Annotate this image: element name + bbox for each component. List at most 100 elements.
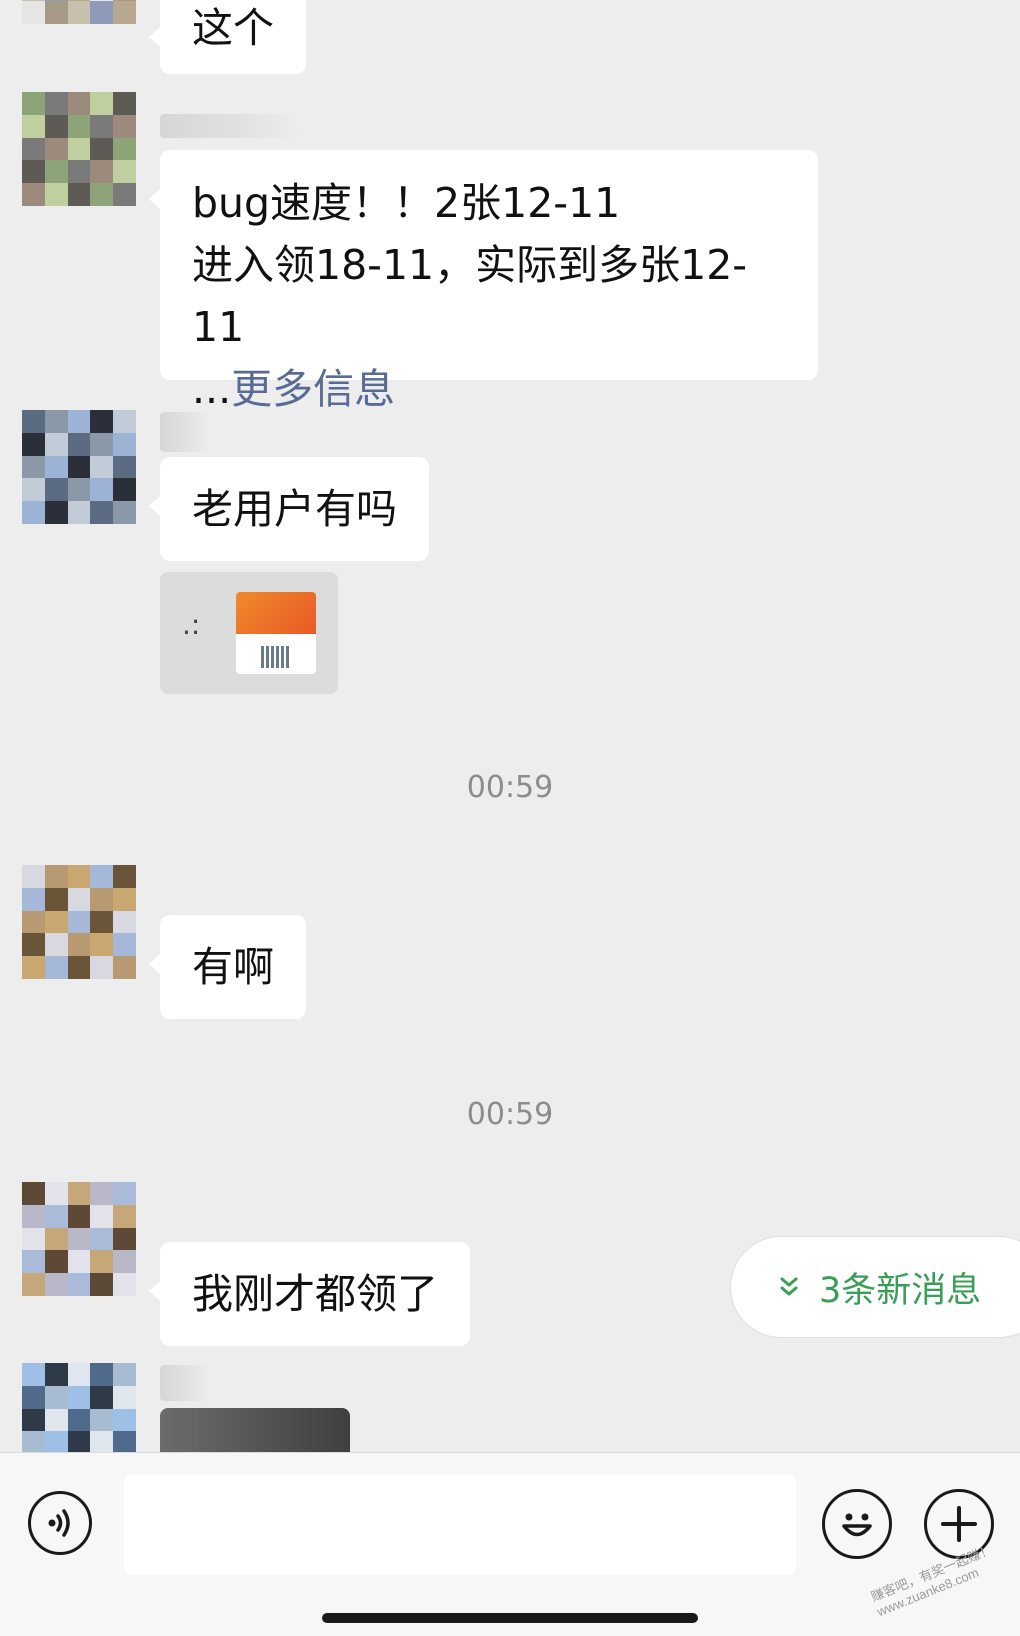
- avatar-pixel: [22, 1204, 45, 1228]
- avatar-pixel: [22, 933, 45, 957]
- avatar-pixel: [44, 910, 68, 934]
- avatar[interactable]: [22, 0, 136, 24]
- avatar-pixel: [113, 410, 136, 433]
- message-input[interactable]: [124, 1475, 796, 1575]
- avatar-pixel: [67, 865, 91, 888]
- avatar-pixel: [90, 92, 114, 115]
- message-bubble[interactable]: bug速度！！2张12-11 进入领18-11，实际到多张12-11 ...更多…: [149, 150, 818, 413]
- avatar-pixel: [90, 1363, 114, 1386]
- message-bubble[interactable]: 有啊: [149, 915, 306, 1019]
- avatar-pixel: [22, 160, 45, 184]
- home-indicator[interactable]: [322, 1613, 698, 1623]
- avatar-pixel: [113, 137, 136, 161]
- avatar-pixel: [90, 1182, 114, 1205]
- avatar-pixel: [67, 1182, 91, 1205]
- emoji-button[interactable]: [822, 1489, 892, 1559]
- avatar-pixel: [44, 478, 68, 502]
- avatar-pixel: [90, 1227, 114, 1251]
- avatar-pixel: [67, 478, 91, 502]
- avatar-pixel: [22, 114, 45, 138]
- avatar-pixel: [113, 1227, 136, 1251]
- avatar-pixel: [67, 1408, 91, 1432]
- avatar-pixel: [44, 432, 68, 456]
- new-messages-button[interactable]: 3条新消息: [730, 1236, 1020, 1338]
- message-more-line: ...更多信息: [192, 358, 786, 420]
- avatar-pixel: [22, 1250, 45, 1274]
- avatar-pixel: [22, 432, 45, 456]
- avatar-pixel: [44, 933, 68, 957]
- avatar-pixel: [22, 92, 45, 115]
- avatar-pixel: [67, 160, 91, 184]
- avatar-pixel: [90, 501, 114, 524]
- avatar[interactable]: [22, 1182, 136, 1296]
- voice-icon: [48, 1509, 70, 1537]
- avatar-pixel: [113, 478, 136, 502]
- message-bubble[interactable]: 这个: [149, 0, 306, 74]
- avatar-pixel: [44, 1273, 68, 1296]
- avatar-pixel: [22, 455, 45, 479]
- message-text: 老用户有吗: [192, 485, 397, 533]
- avatar-pixel: [44, 160, 68, 184]
- avatar-pixel: [22, 910, 45, 934]
- avatar-pixel: [67, 114, 91, 138]
- message-bubble[interactable]: 我刚才都领了: [149, 1242, 470, 1346]
- voice-button[interactable]: [28, 1491, 92, 1555]
- avatar-pixel: [113, 933, 136, 957]
- avatar-pixel: [67, 1, 91, 24]
- avatar-pixel: [22, 1227, 45, 1251]
- avatar-pixel: [44, 887, 68, 911]
- message-bubble[interactable]: 老用户有吗: [149, 457, 429, 561]
- avatar-pixel: [67, 183, 91, 206]
- avatar-pixel: [67, 956, 91, 979]
- avatar-pixel: [44, 114, 68, 138]
- avatar-pixel: [67, 1431, 91, 1455]
- avatar-pixel: [113, 1204, 136, 1228]
- avatar[interactable]: [22, 865, 136, 979]
- avatar-pixel: [44, 410, 68, 433]
- avatar-pixel: [44, 956, 68, 979]
- card-prefix: .:: [182, 608, 201, 641]
- message-bubble[interactable]: [160, 1408, 350, 1452]
- avatar-pixel: [22, 137, 45, 161]
- avatar-pixel: [67, 933, 91, 957]
- avatar-pixel: [113, 956, 136, 979]
- timestamp: 00:59: [466, 770, 554, 805]
- avatar-pixel: [113, 1385, 136, 1409]
- avatar-pixel: [44, 1408, 68, 1432]
- card-thumbnail: [236, 592, 316, 674]
- avatar-pixel: [90, 432, 114, 456]
- avatar-pixel: [113, 1273, 136, 1296]
- avatar-pixel: [90, 478, 114, 502]
- avatar-pixel: [22, 1431, 45, 1455]
- avatar[interactable]: [22, 92, 136, 206]
- avatar-pixel: [44, 183, 68, 206]
- avatar-pixel: [67, 1250, 91, 1274]
- mini-program-card[interactable]: .:: [160, 572, 338, 694]
- avatar-pixel: [44, 1250, 68, 1274]
- avatar-pixel: [44, 1363, 68, 1386]
- avatar-pixel: [90, 114, 114, 138]
- more-info-link[interactable]: 更多信息: [231, 365, 395, 413]
- avatar-pixel: [44, 1227, 68, 1251]
- sender-name: [160, 412, 208, 452]
- avatar[interactable]: [22, 410, 136, 524]
- avatar-pixel: [67, 1363, 91, 1386]
- sender-name: [160, 1365, 208, 1401]
- avatar-pixel: [44, 1431, 68, 1455]
- avatar-pixel: [113, 1408, 136, 1432]
- avatar-pixel: [67, 455, 91, 479]
- avatar-pixel: [67, 137, 91, 161]
- avatar-pixel: [22, 183, 45, 206]
- avatar-pixel: [113, 114, 136, 138]
- avatar-pixel: [113, 910, 136, 934]
- avatar-pixel: [67, 1204, 91, 1228]
- avatar-pixel: [22, 865, 45, 888]
- avatar-pixel: [44, 1, 68, 24]
- avatar-pixel: [113, 1250, 136, 1274]
- avatar-pixel: [44, 455, 68, 479]
- avatar-pixel: [67, 1227, 91, 1251]
- avatar-pixel: [90, 1385, 114, 1409]
- avatar-pixel: [90, 887, 114, 911]
- timestamp: 00:59: [466, 1097, 554, 1132]
- avatar-pixel: [113, 1363, 136, 1386]
